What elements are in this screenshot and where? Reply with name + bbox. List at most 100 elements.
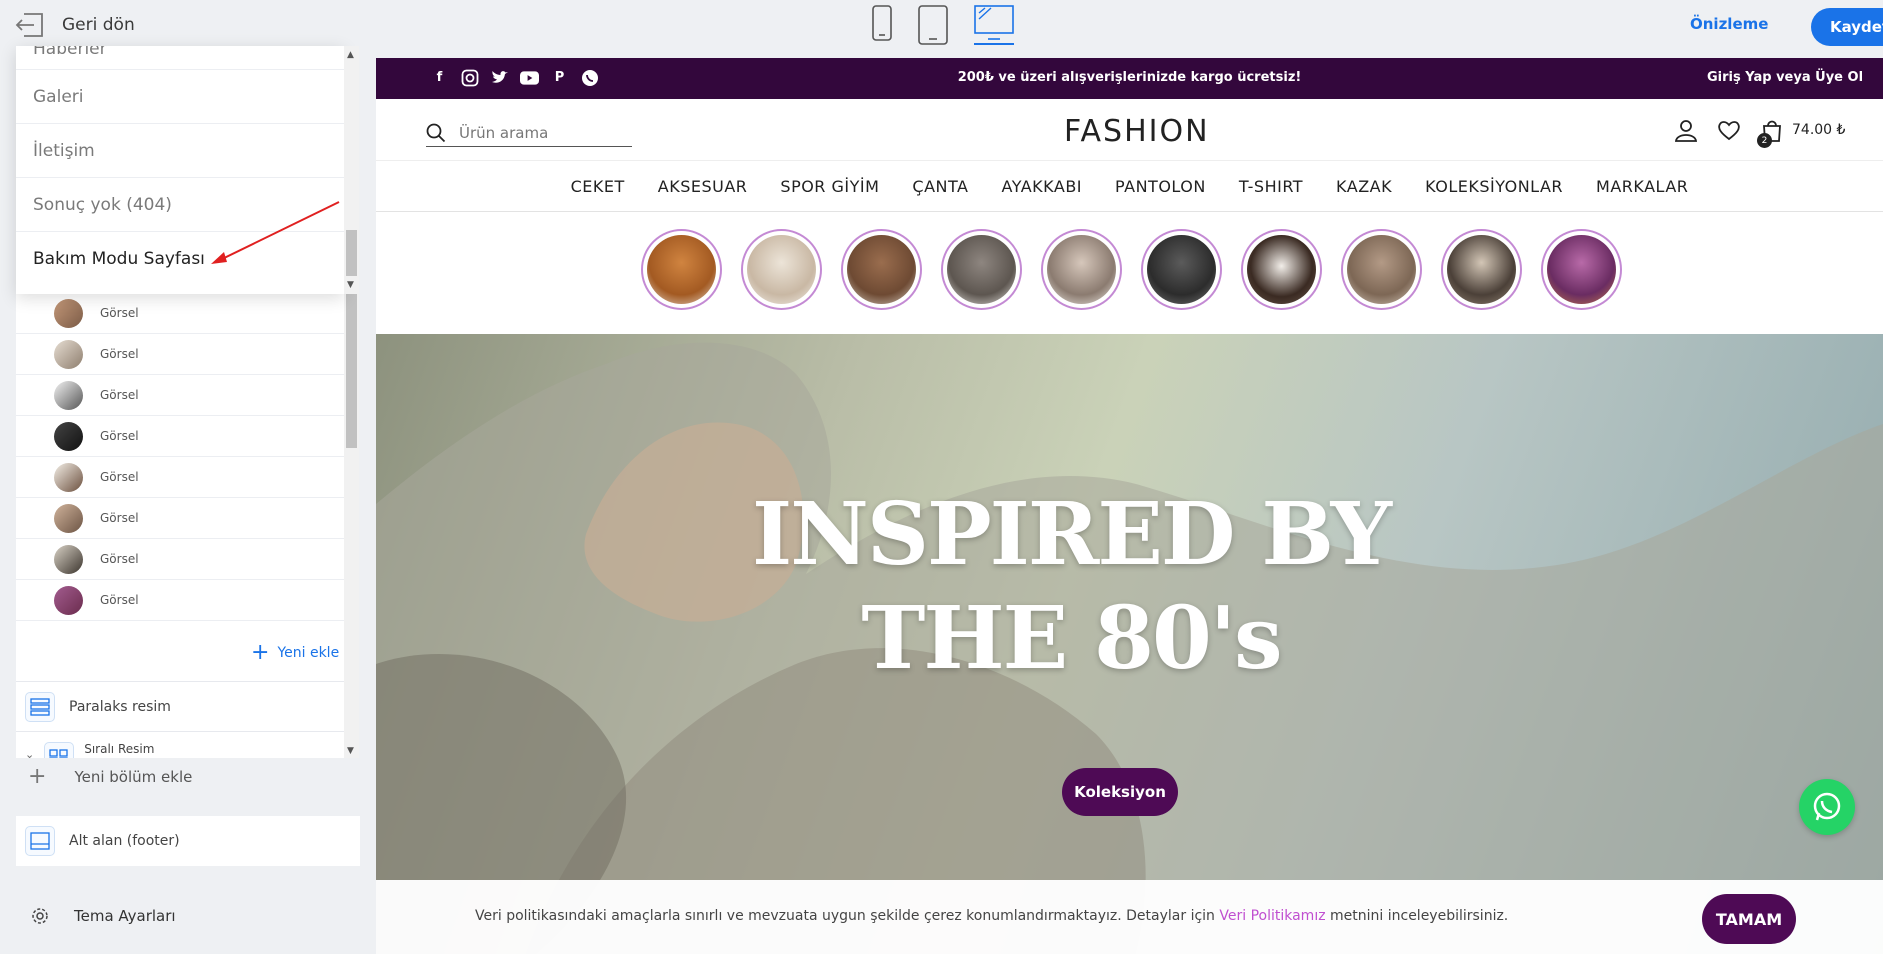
section-parallax-image[interactable]: Paralaks resim <box>16 681 344 731</box>
list-item[interactable]: Görsel <box>16 416 344 457</box>
nav-item-tshirt[interactable]: T-SHIRT <box>1239 177 1303 196</box>
cart-button[interactable]: 2 74.00 ₺ <box>1757 118 1845 148</box>
thumbnail <box>54 380 83 410</box>
cookie-text-before: Veri politikasındaki amaçlarla sınırlı v… <box>475 908 1220 924</box>
hero-banner: INSPIRED BY THE 80's Koleksiyon <box>376 334 1883 954</box>
hero-title-line-2: THE 80's <box>861 588 1282 689</box>
nav-item-pantolon[interactable]: PANTOLON <box>1115 177 1206 196</box>
cookie-accept-button[interactable]: TAMAM <box>1702 894 1796 944</box>
dropdown-item-maintenance[interactable]: Bakım Modu Sayfası <box>16 232 344 286</box>
list-item-label: Görsel <box>100 347 139 361</box>
tablet-icon <box>918 5 948 45</box>
save-button[interactable]: Kaydet <box>1811 8 1883 46</box>
nav-item-koleksiyonlar[interactable]: KOLEKSİYONLAR <box>1425 177 1563 196</box>
announcement-text: 200₺ ve üzeri alışverişlerinizde kargo ü… <box>957 70 1302 85</box>
list-item-label: Görsel <box>100 388 139 402</box>
device-switcher <box>872 5 1014 45</box>
thumbnail <box>54 585 83 615</box>
data-policy-link[interactable]: Veri Politikamız <box>1219 908 1325 924</box>
whatsapp-chat-button[interactable] <box>1799 779 1855 835</box>
back-button[interactable]: Geri dön <box>14 10 135 40</box>
cart-count-badge: 2 <box>1757 133 1772 148</box>
nav-item-aksesuar[interactable]: AKSESUAR <box>658 177 748 196</box>
list-item-label: Görsel <box>100 306 139 320</box>
mobile-icon <box>872 5 892 41</box>
cookie-text-after: metnini inceleyebilirsiniz. <box>1325 908 1509 924</box>
list-item[interactable]: Görsel <box>16 457 344 498</box>
footer-icon <box>25 826 55 856</box>
list-item[interactable]: Görsel <box>16 334 344 375</box>
site-logo[interactable]: FASHION <box>1064 114 1210 149</box>
nav-item-ayakkabi[interactable]: AYAKKABI <box>1001 177 1082 196</box>
mobile-view-button[interactable] <box>872 5 892 41</box>
gear-icon <box>32 908 48 924</box>
story-carousel <box>376 212 1883 338</box>
story-item[interactable] <box>1141 229 1222 310</box>
story-item[interactable] <box>841 229 922 310</box>
story-item[interactable] <box>941 229 1022 310</box>
chevron-down-icon[interactable]: ⌄ <box>25 748 34 758</box>
collection-button[interactable]: Koleksiyon <box>1062 768 1178 816</box>
story-item[interactable] <box>1341 229 1422 310</box>
footer-section[interactable]: Alt alan (footer) <box>16 816 360 866</box>
list-item[interactable]: Görsel <box>16 498 344 539</box>
list-item-label: Görsel <box>100 511 139 525</box>
user-icon[interactable] <box>1674 118 1698 142</box>
nav-item-markalar[interactable]: MARKALAR <box>1596 177 1688 196</box>
dropdown-item-news[interactable]: Haberler <box>16 46 344 70</box>
list-item[interactable]: Görsel <box>16 580 344 621</box>
thumbnail <box>54 421 83 451</box>
hero-title-line-1: INSPIRED BY <box>752 484 1392 585</box>
grid-image-icon <box>44 742 75 758</box>
story-item[interactable] <box>1241 229 1322 310</box>
nav-item-canta[interactable]: ÇANTA <box>912 177 968 196</box>
list-item[interactable]: Görsel <box>16 293 344 334</box>
site-header: Ürün arama FASHION 2 74.00 ₺ <box>376 99 1883 161</box>
desktop-view-button[interactable] <box>974 5 1014 45</box>
scrollbar-thumb[interactable] <box>346 230 357 276</box>
nav-item-spor-giyim[interactable]: SPOR GİYİM <box>780 177 879 196</box>
story-item[interactable] <box>641 229 722 310</box>
footer-label: Alt alan (footer) <box>69 833 180 849</box>
list-item-label: Görsel <box>100 429 139 443</box>
story-item[interactable] <box>1441 229 1522 310</box>
scroll-down-icon[interactable]: ▼ <box>347 280 354 290</box>
dropdown-item-contact[interactable]: İletişim <box>16 124 344 178</box>
thumbnail <box>54 544 83 574</box>
search-input[interactable]: Ürün arama <box>426 119 632 147</box>
nav-item-kazak[interactable]: KAZAK <box>1336 177 1392 196</box>
list-item[interactable]: Görsel <box>16 375 344 416</box>
thumbnail <box>54 462 83 492</box>
story-item[interactable] <box>1041 229 1122 310</box>
list-item-label: Görsel <box>100 470 139 484</box>
heart-icon[interactable] <box>1717 119 1741 141</box>
list-item[interactable]: Görsel <box>16 539 344 580</box>
dropdown-item-gallery[interactable]: Galeri <box>16 70 344 124</box>
back-label: Geri dön <box>62 15 135 35</box>
dropdown-scrollbar[interactable]: ▲ ▼ <box>344 46 359 294</box>
dropdown-item-not-found[interactable]: Sonuç yok (404) <box>16 178 344 232</box>
cookie-banner: Veri politikasındaki amaçlarla sınırlı v… <box>376 880 1883 954</box>
search-icon <box>426 123 446 142</box>
scroll-down-icon[interactable]: ▼ <box>347 746 354 756</box>
add-section-button[interactable]: + Yeni bölüm ekle <box>28 764 192 789</box>
scroll-up-icon[interactable]: ▲ <box>347 50 354 60</box>
story-item[interactable] <box>1541 229 1622 310</box>
theme-settings-label: Tema Ayarları <box>74 907 176 925</box>
tablet-view-button[interactable] <box>918 5 948 45</box>
announcement-bar: f P 200₺ ve üzeri alışverişlerinizde kar… <box>376 58 1883 99</box>
list-item-label: Görsel <box>100 593 139 607</box>
nav-item-ceket[interactable]: CEKET <box>571 177 625 196</box>
section-label: Paralaks resim <box>69 698 171 715</box>
section-sequential-image[interactable]: ⌄ Sıralı Resim <box>16 731 344 758</box>
story-item[interactable] <box>741 229 822 310</box>
list-item-label: Görsel <box>100 552 139 566</box>
preview-button[interactable]: Önizleme <box>1690 15 1768 33</box>
login-register-link[interactable]: Giriş Yap veya Üye Ol <box>1707 70 1863 85</box>
site-preview: f P 200₺ ve üzeri alışverişlerinizde kar… <box>376 58 1883 954</box>
plus-icon: + <box>251 640 270 665</box>
thumbnail <box>54 503 83 533</box>
theme-settings-button[interactable]: Tema Ayarları <box>30 906 176 926</box>
add-new-image-button[interactable]: + Yeni ekle <box>251 640 339 665</box>
image-list: Görsel Görsel Görsel Görsel Görsel Görse… <box>16 293 344 621</box>
